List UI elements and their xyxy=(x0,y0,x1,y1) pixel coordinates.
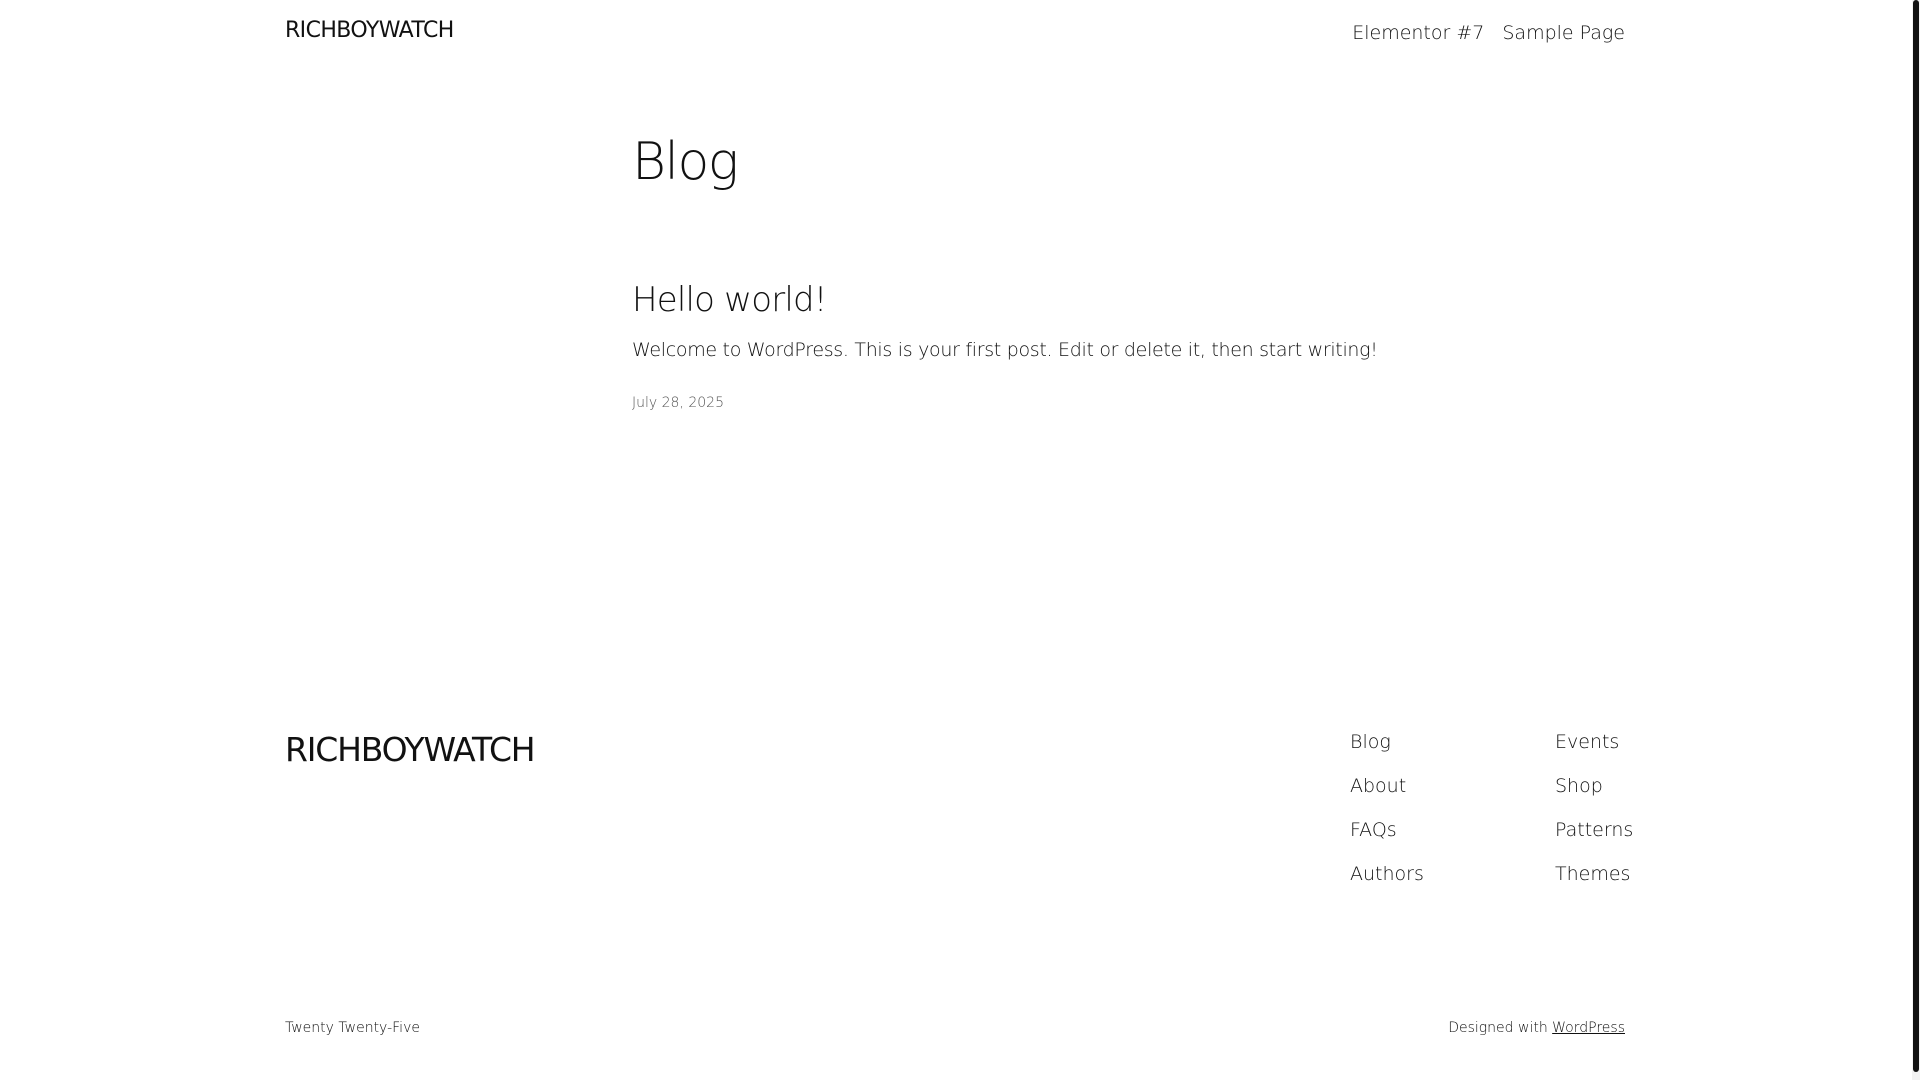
footer-credit-prefix: Designed with xyxy=(1448,1020,1548,1036)
footer-link-authors[interactable]: Authors xyxy=(1350,863,1424,886)
footer-theme-name: Twenty Twenty-Five xyxy=(285,1020,420,1036)
footer-link-events[interactable]: Events xyxy=(1555,731,1633,754)
footer-link-blog[interactable]: Blog xyxy=(1350,731,1424,754)
footer-credit-wordpress-link[interactable]: WordPress xyxy=(1552,1020,1625,1036)
footer-link-shop[interactable]: Shop xyxy=(1555,775,1633,798)
footer-site-title-link[interactable]: RICHBOYWATCH xyxy=(285,730,536,769)
post-excerpt: Welcome to WordPress. This is your first… xyxy=(632,339,1378,361)
footer-credit: Designed with WordPress xyxy=(1448,1020,1625,1036)
site-title-link[interactable]: RICHBOYWATCH xyxy=(285,18,454,43)
nav-item-sample-page[interactable]: Sample Page xyxy=(1502,22,1625,44)
nav-item-elementor-7[interactable]: Elementor #7 xyxy=(1352,22,1484,44)
footer-nav-column-1: Blog About FAQs Authors xyxy=(1350,731,1424,886)
primary-nav: Elementor #7 Sample Page xyxy=(1352,22,1625,44)
footer-nav-column-2: Events Shop Patterns Themes xyxy=(1555,731,1633,886)
page: RICHBOYWATCH Elementor #7 Sample Page Bl… xyxy=(0,0,1920,1080)
footer-link-themes[interactable]: Themes xyxy=(1555,863,1633,886)
scrollbar-thumb[interactable] xyxy=(1913,0,1919,1072)
page-title: Blog xyxy=(632,132,739,192)
post-date[interactable]: July 28, 2025 xyxy=(632,395,724,411)
footer-link-about[interactable]: About xyxy=(1350,775,1424,798)
footer-link-patterns[interactable]: Patterns xyxy=(1555,819,1633,842)
post-title-link[interactable]: Hello world! xyxy=(632,280,827,320)
post-title: Hello world! xyxy=(632,283,827,317)
footer-link-faqs[interactable]: FAQs xyxy=(1350,819,1424,842)
vertical-scrollbar[interactable] xyxy=(1912,0,1920,1080)
